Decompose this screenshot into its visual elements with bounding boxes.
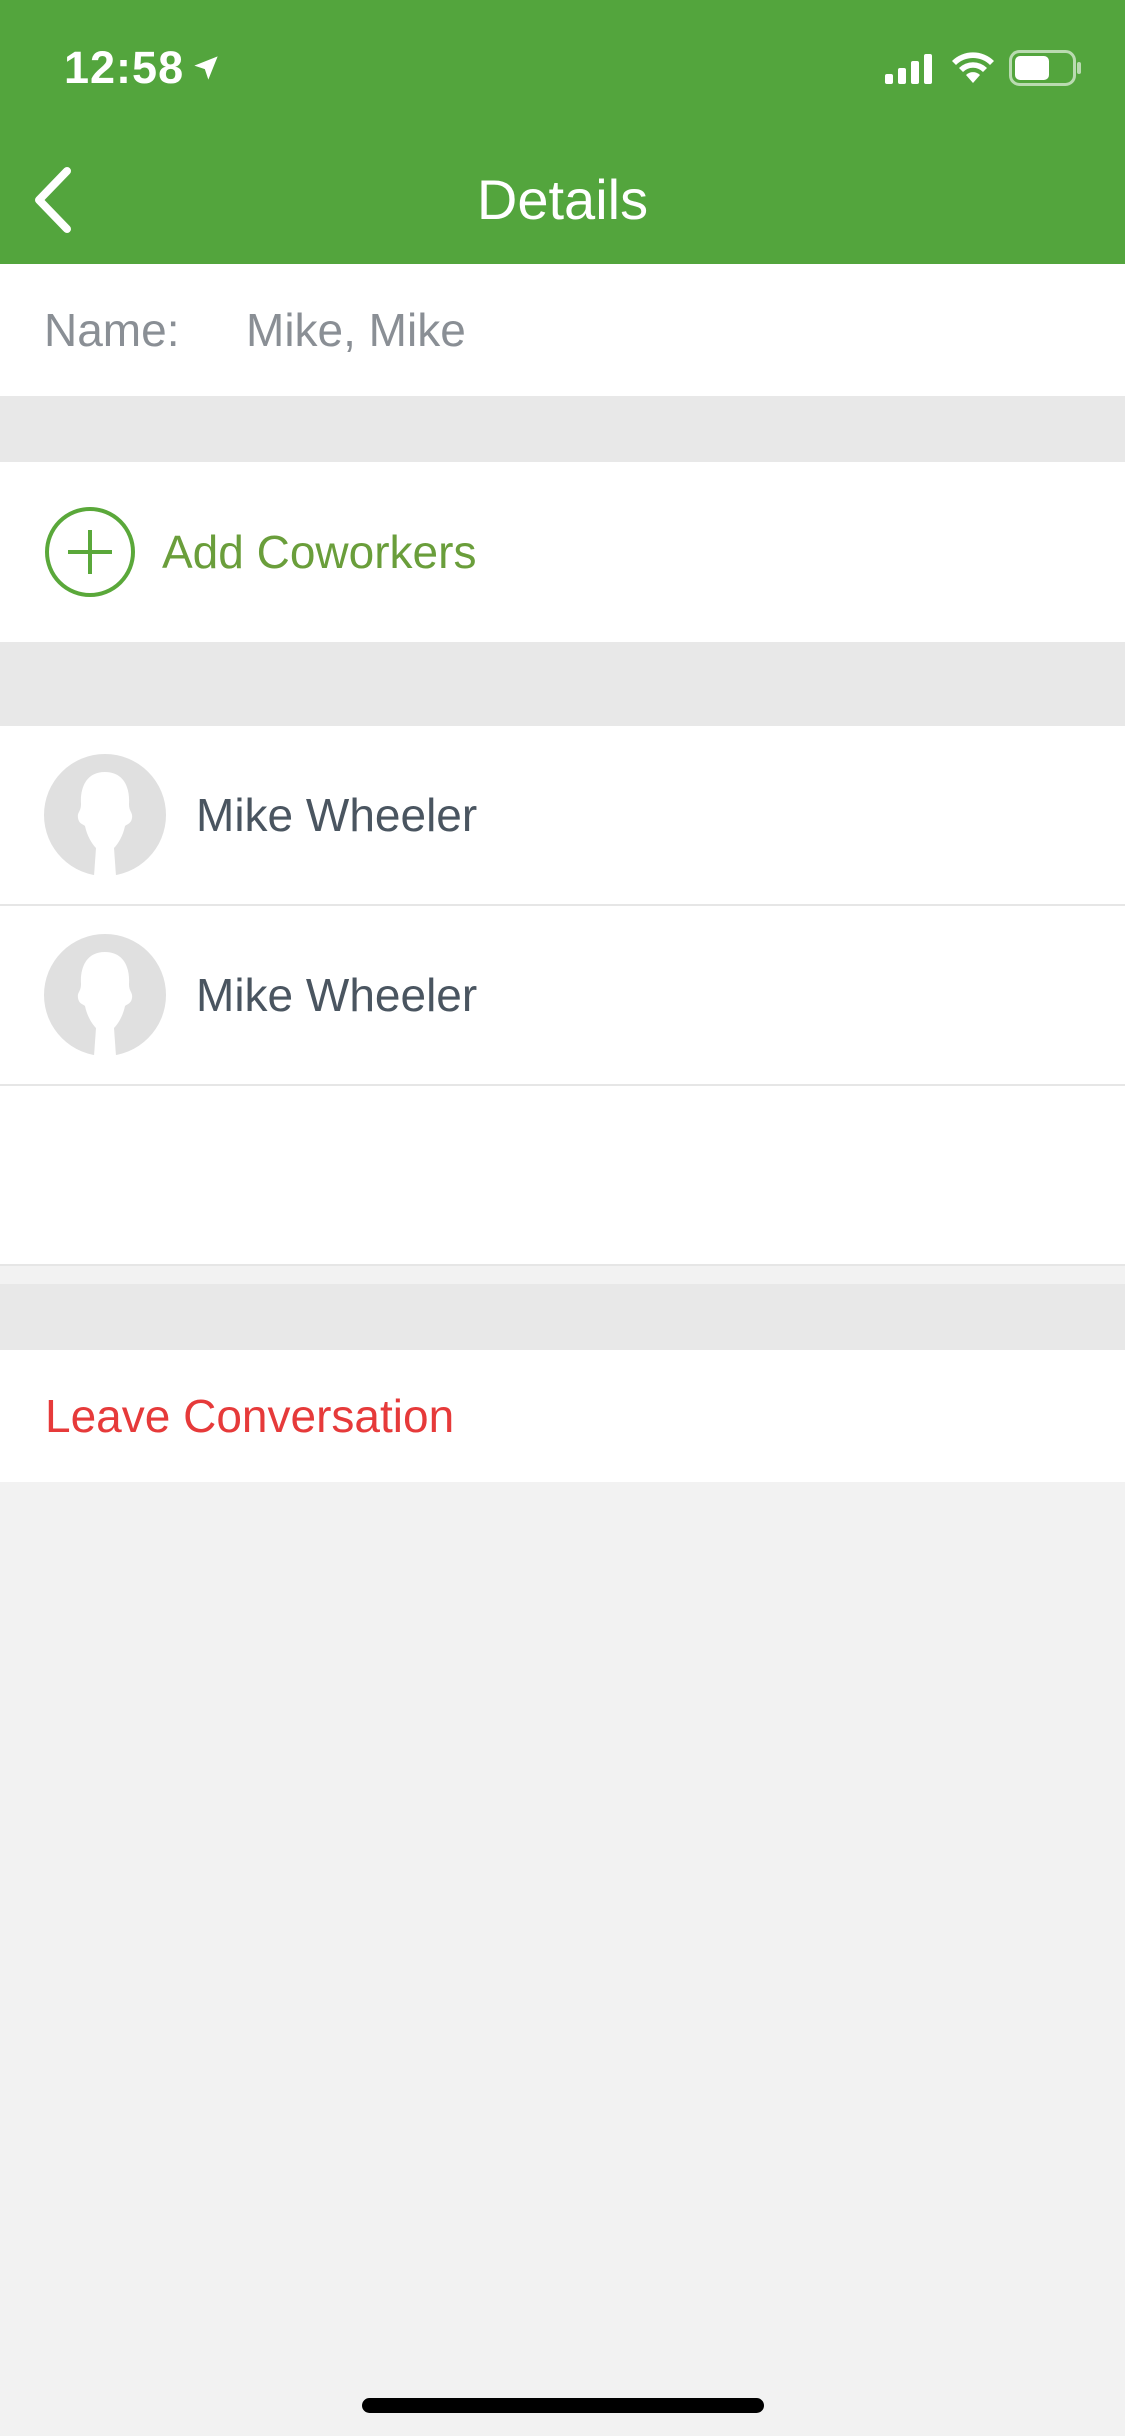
nav-header: 12:58 Details: [0, 0, 1125, 264]
status-icons: [885, 50, 1083, 86]
battery-icon: [1009, 50, 1081, 86]
conversation-name-field[interactable]: Name: Mike, Mike: [0, 264, 1125, 396]
name-label: Name:: [44, 304, 180, 356]
page-title: Details: [476, 168, 649, 231]
person-silhouette-icon: [44, 934, 166, 1056]
plus-circle-icon: [45, 507, 135, 597]
home-indicator[interactable]: [362, 2398, 764, 2413]
leave-conversation-label: Leave Conversation: [45, 1390, 455, 1442]
location-arrow-icon: [194, 56, 218, 80]
status-time-text: 12:58: [64, 42, 185, 93]
empty-list-row: [0, 1086, 1125, 1266]
section-divider: [0, 1284, 1125, 1350]
add-coworkers-label: Add Coworkers: [162, 526, 477, 578]
signal-icon: [885, 54, 932, 84]
member-name: Mike Wheeler: [196, 969, 478, 1021]
member-name: Mike Wheeler: [196, 789, 478, 841]
section-divider: [0, 642, 1125, 726]
wifi-icon: [952, 52, 994, 83]
section-divider: [0, 396, 1125, 462]
status-time: 12:58: [64, 42, 220, 94]
add-coworkers-button[interactable]: Add Coworkers: [0, 462, 1125, 642]
name-value[interactable]: Mike, Mike: [246, 303, 466, 357]
person-silhouette-icon: [44, 754, 166, 876]
leave-conversation-button[interactable]: Leave Conversation: [0, 1350, 1125, 1482]
member-row[interactable]: Mike Wheeler: [0, 726, 1125, 906]
member-row[interactable]: Mike Wheeler: [0, 906, 1125, 1086]
